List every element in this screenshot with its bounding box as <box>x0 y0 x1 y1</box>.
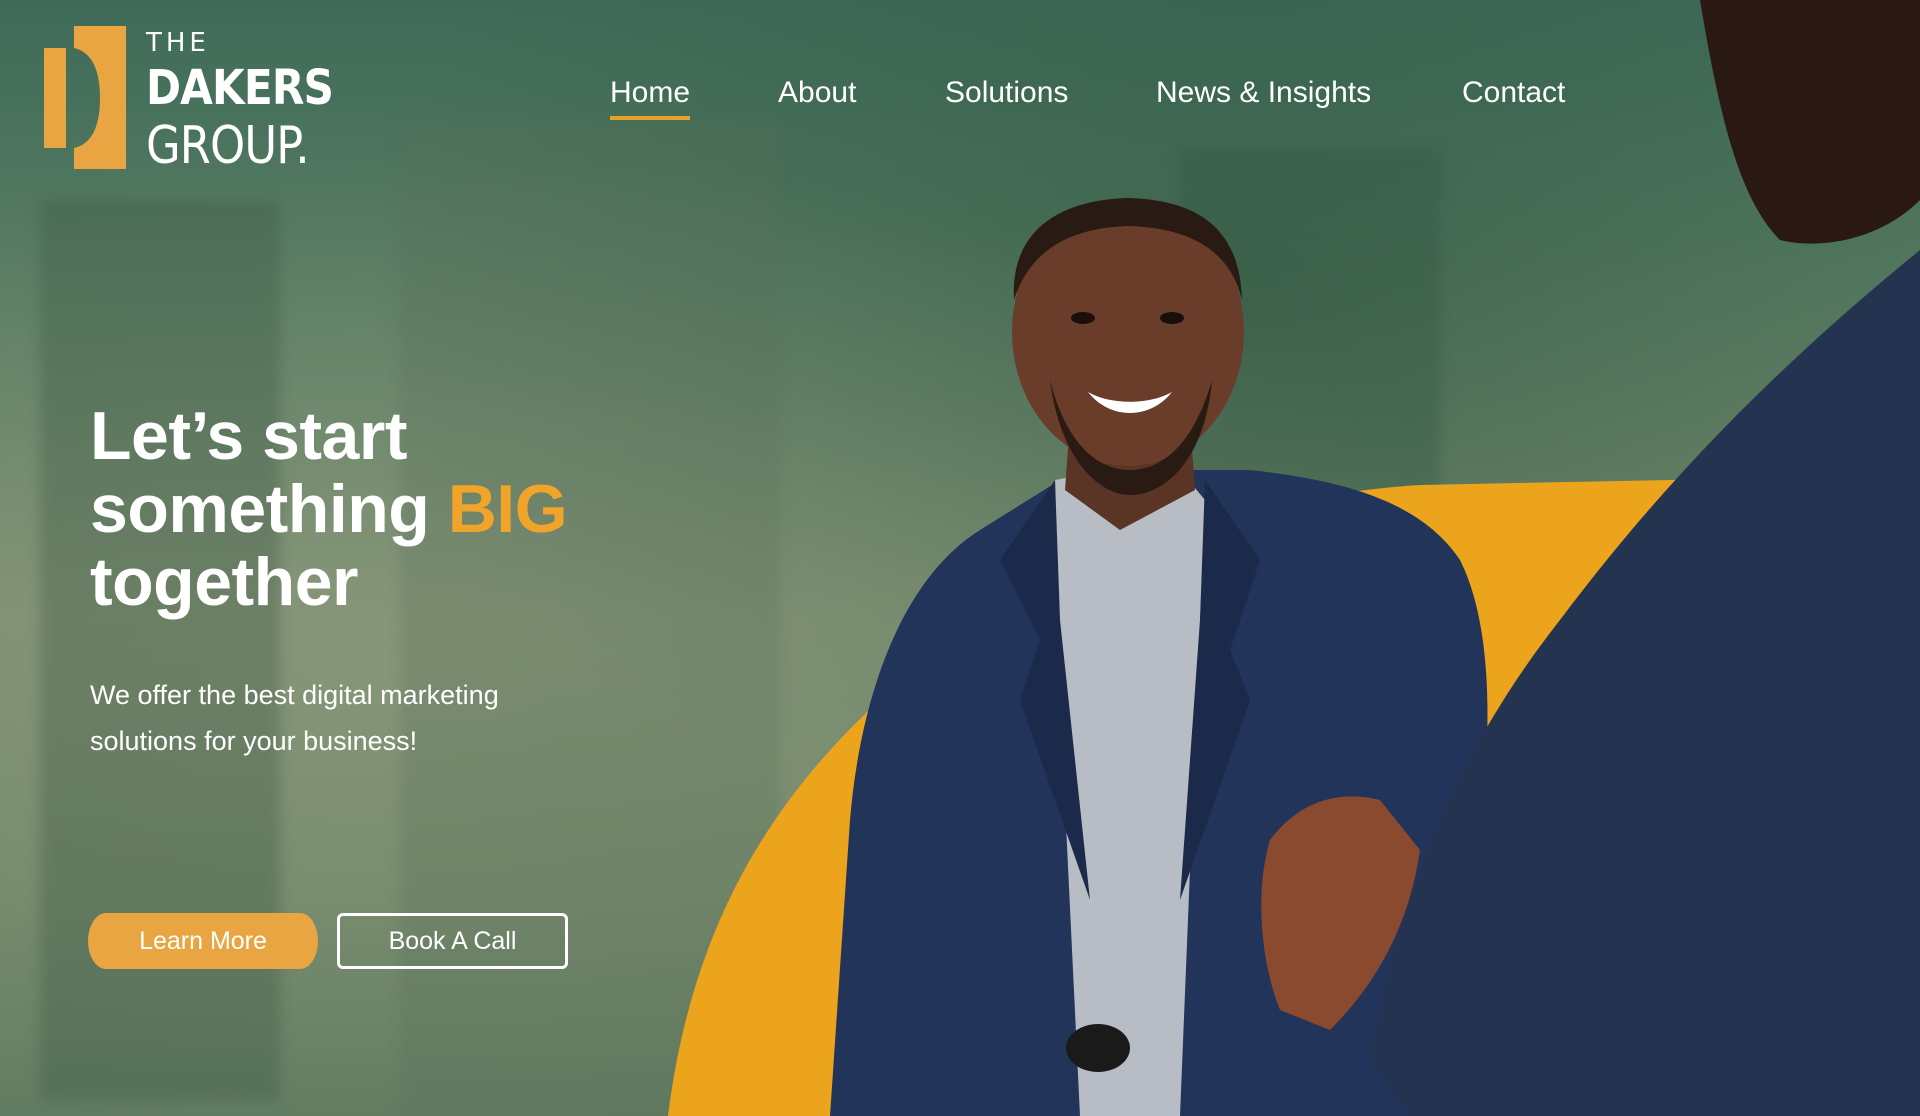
background-building <box>1180 150 1440 850</box>
book-a-call-button[interactable]: Book A Call <box>337 913 568 969</box>
hero-headline-line1: Let’s start <box>90 398 407 474</box>
hero-headline-accent: BIG <box>447 471 568 547</box>
brand-logo[interactable]: THE DAKERS GROUP. <box>44 26 344 176</box>
learn-more-button[interactable]: Learn More <box>88 913 318 969</box>
logo-text-the: THE <box>146 28 210 58</box>
hero-page: THE DAKERS GROUP. Home About Solutions N… <box>0 0 1920 1116</box>
hero-subtitle: We offer the best digital marketing solu… <box>90 680 499 756</box>
nav-item-news-insights[interactable]: News & Insights <box>1156 76 1371 110</box>
hero-headline: Let’s start something BIG together <box>90 400 650 619</box>
nav-item-about[interactable]: About <box>778 76 856 110</box>
hero-headline-line2: something <box>90 471 448 547</box>
logo-text-group: GROUP. <box>146 116 310 176</box>
logo-text-dakers: DAKERS <box>146 60 334 116</box>
nav-item-contact[interactable]: Contact <box>1462 76 1565 110</box>
logo-d-mark-icon <box>44 26 126 169</box>
nav-item-solutions[interactable]: Solutions <box>945 76 1068 110</box>
nav-item-home[interactable]: Home <box>610 76 691 120</box>
hero-headline-line3: together <box>90 544 359 620</box>
